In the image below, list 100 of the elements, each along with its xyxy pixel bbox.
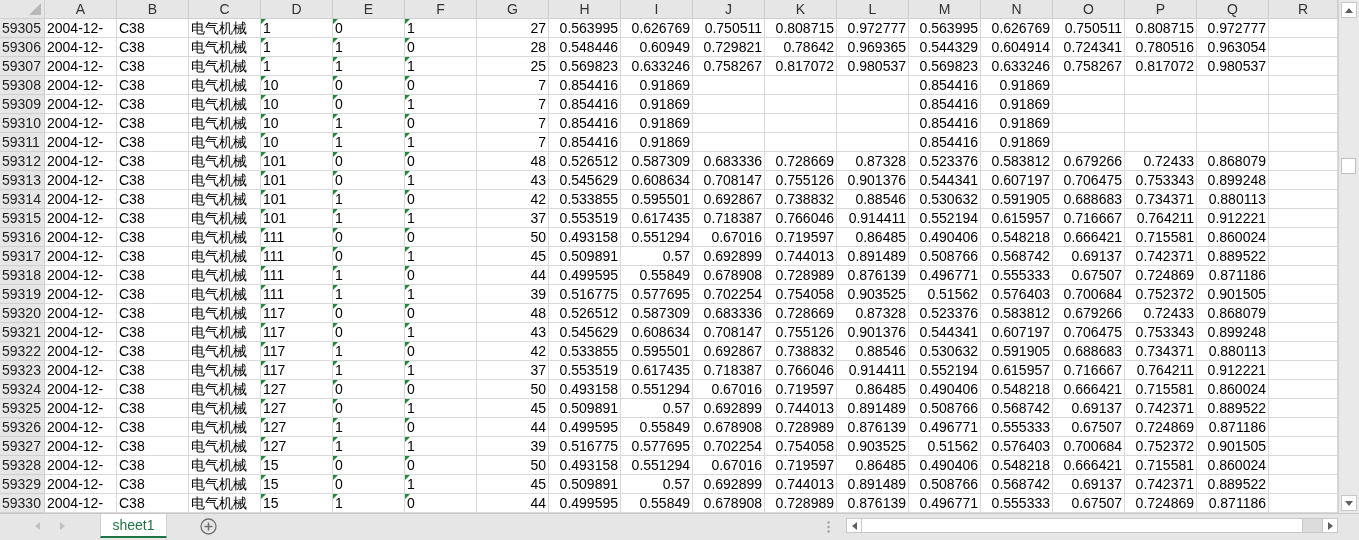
row-header[interactable]: 59310 <box>0 114 45 133</box>
table-cell: 111 <box>261 285 333 304</box>
table-cell: 2004-12- <box>45 266 117 285</box>
row-header[interactable]: 59318 <box>0 266 45 285</box>
table-cell: 101 <box>261 152 333 171</box>
scroll-up-button[interactable] <box>1341 2 1357 18</box>
table-cell: 48 <box>477 152 549 171</box>
row-header[interactable]: 59323 <box>0 361 45 380</box>
column-header[interactable]: D <box>261 0 333 19</box>
table-cell: 0.544329 <box>909 38 981 57</box>
empty-cell <box>1053 76 1125 95</box>
column-header[interactable]: C <box>189 0 261 19</box>
row-header[interactable]: 59315 <box>0 209 45 228</box>
row-header[interactable]: 59320 <box>0 304 45 323</box>
row-header[interactable]: 59319 <box>0 285 45 304</box>
select-all-icon[interactable] <box>29 3 41 15</box>
column-header[interactable]: F <box>405 0 477 19</box>
table-cell: 0.545629 <box>549 171 621 190</box>
table-cell: 0.912221 <box>1197 361 1269 380</box>
table-cell: 0.688683 <box>1053 342 1125 361</box>
column-header[interactable]: N <box>981 0 1053 19</box>
table-cell: 7 <box>477 76 549 95</box>
table-cell: 0.903525 <box>837 285 909 304</box>
select-all-corner[interactable] <box>0 0 45 19</box>
table-cell: 0.734371 <box>1125 190 1197 209</box>
row-header[interactable]: 59312 <box>0 152 45 171</box>
sheet-tab[interactable]: sheet1 <box>100 514 167 538</box>
table-cell: 0.708147 <box>693 171 765 190</box>
column-header[interactable]: J <box>693 0 765 19</box>
empty-cell <box>693 95 765 114</box>
column-header[interactable]: O <box>1053 0 1125 19</box>
table-cell: 0 <box>405 304 477 323</box>
column-header[interactable]: I <box>621 0 693 19</box>
table-cell: 0.889522 <box>1197 475 1269 494</box>
table-cell: 0 <box>405 456 477 475</box>
column-header[interactable]: A <box>45 0 117 19</box>
column-header[interactable]: P <box>1125 0 1197 19</box>
table-cell: 1 <box>405 171 477 190</box>
column-header[interactable]: H <box>549 0 621 19</box>
row-header[interactable]: 59305 <box>0 19 45 38</box>
table-cell: 2004-12- <box>45 361 117 380</box>
previous-sheet-icon[interactable] <box>35 522 40 530</box>
splitter-handle-icon[interactable] <box>827 521 830 533</box>
table-cell: 0.688683 <box>1053 190 1125 209</box>
column-header[interactable]: L <box>837 0 909 19</box>
table-cell: 0.901505 <box>1197 285 1269 304</box>
table-cell: 2004-12- <box>45 247 117 266</box>
row-header[interactable]: 59327 <box>0 437 45 456</box>
column-header[interactable]: G <box>477 0 549 19</box>
column-header[interactable]: B <box>117 0 189 19</box>
caret-down-icon[interactable] <box>1345 500 1353 506</box>
row-header[interactable]: 59326 <box>0 418 45 437</box>
caret-left-icon[interactable] <box>851 521 857 530</box>
row-header[interactable]: 59328 <box>0 456 45 475</box>
table-cell: 电气机械 <box>189 38 261 57</box>
table-cell: 0 <box>333 95 405 114</box>
scroll-down-button[interactable] <box>1341 495 1357 511</box>
table-cell: 0.715581 <box>1125 228 1197 247</box>
caret-right-icon[interactable] <box>1327 521 1333 530</box>
row-header[interactable]: 59330 <box>0 494 45 513</box>
row-header[interactable]: 59324 <box>0 380 45 399</box>
table-cell: 0.509891 <box>549 247 621 266</box>
row-header[interactable]: 59311 <box>0 133 45 152</box>
row-header[interactable]: 59316 <box>0 228 45 247</box>
column-header[interactable]: R <box>1269 0 1338 19</box>
table-cell: 0 <box>333 304 405 323</box>
table-cell: 1 <box>333 133 405 152</box>
row-header[interactable]: 59307 <box>0 57 45 76</box>
row-header[interactable]: 59321 <box>0 323 45 342</box>
row-header[interactable]: 59325 <box>0 399 45 418</box>
add-icon[interactable] <box>200 518 217 535</box>
table-cell: 0.57 <box>621 247 693 266</box>
row-header[interactable]: 59309 <box>0 95 45 114</box>
next-sheet-icon[interactable] <box>60 522 65 530</box>
table-cell: 0.742371 <box>1125 247 1197 266</box>
column-header[interactable]: Q <box>1197 0 1269 19</box>
row-header[interactable]: 59322 <box>0 342 45 361</box>
row-header[interactable]: 59314 <box>0 190 45 209</box>
column-header[interactable]: M <box>909 0 981 19</box>
table-cell: 0.490406 <box>909 456 981 475</box>
table-cell: 0.817072 <box>1125 57 1197 76</box>
column-header[interactable]: E <box>333 0 405 19</box>
caret-up-icon[interactable] <box>1345 7 1353 13</box>
row-header[interactable]: 59308 <box>0 76 45 95</box>
table-cell: 0.552194 <box>909 209 981 228</box>
table-cell: 0.78642 <box>765 38 837 57</box>
scroll-thumb[interactable] <box>1341 158 1356 174</box>
vertical-scrollbar[interactable] <box>1338 0 1359 513</box>
row-header[interactable]: 59306 <box>0 38 45 57</box>
empty-cell <box>1197 76 1269 95</box>
row-header[interactable]: 59313 <box>0 171 45 190</box>
row-header[interactable]: 59317 <box>0 247 45 266</box>
table-cell: 0.568742 <box>981 247 1053 266</box>
table-cell: 0.57 <box>621 399 693 418</box>
table-cell: 0.780516 <box>1125 38 1197 57</box>
table-cell: 37 <box>477 361 549 380</box>
row-header[interactable]: 59329 <box>0 475 45 494</box>
horizontal-scrollbar[interactable] <box>846 518 1338 533</box>
table-cell: 42 <box>477 190 549 209</box>
column-header[interactable]: K <box>765 0 837 19</box>
